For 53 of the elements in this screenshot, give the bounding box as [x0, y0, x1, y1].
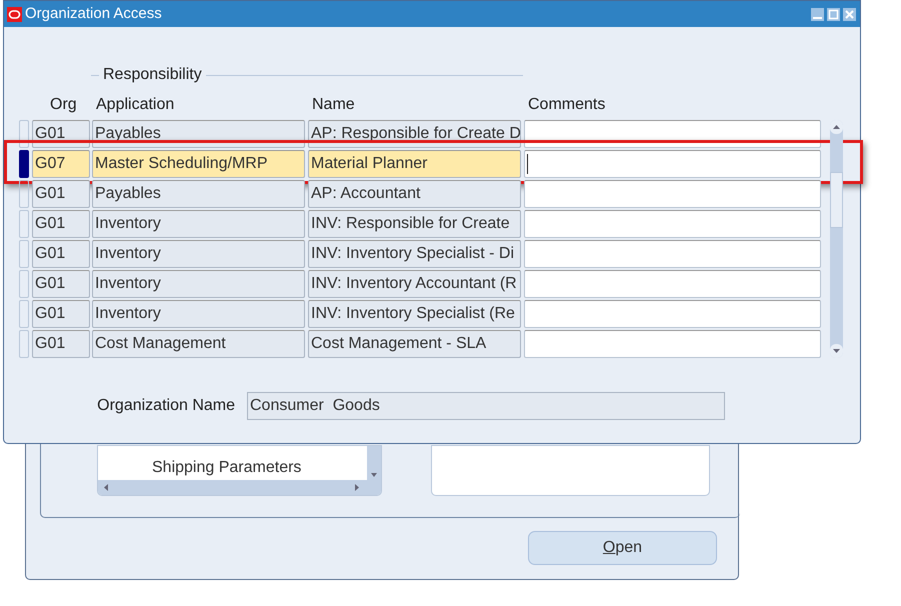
- comments-field[interactable]: [524, 240, 821, 268]
- table-cell: Inventory: [92, 210, 305, 238]
- table-cell: INV: Inventory Specialist (Re: [308, 300, 521, 328]
- section-title: Responsibility: [103, 65, 202, 85]
- table-cell: Master Scheduling/MRP: [92, 150, 305, 178]
- table-cell: Inventory: [92, 300, 305, 328]
- table-cell: INV: Responsible for Create: [308, 210, 521, 238]
- comments-field[interactable]: [524, 180, 821, 208]
- table-cell: G01: [32, 330, 90, 358]
- table-cell: Inventory: [92, 240, 305, 268]
- comments-field[interactable]: [524, 150, 821, 178]
- window-title: Organization Access: [25, 4, 163, 24]
- table-cell: G07: [32, 150, 90, 178]
- maximize-icon[interactable]: [827, 8, 840, 20]
- table-cell: G01: [32, 180, 90, 208]
- table-cell: AP: Accountant: [308, 180, 521, 208]
- scrollbar[interactable]: [98, 480, 381, 495]
- table-cell: Material Planner: [308, 150, 521, 178]
- table-cell: Cost Management: [92, 330, 305, 358]
- text-cursor: [527, 154, 528, 174]
- app-logo-icon: [7, 6, 22, 22]
- scroll-right-icon[interactable]: [355, 484, 359, 491]
- column-header: Application: [96, 95, 174, 115]
- scroll-up-icon[interactable]: [830, 120, 843, 134]
- comments-field[interactable]: [524, 300, 821, 328]
- scroll-left-icon[interactable]: [104, 484, 108, 491]
- close-icon[interactable]: [843, 8, 856, 20]
- table-cell: INV: Inventory Specialist - Di: [308, 240, 521, 268]
- table-cell: Cost Management - SLA: [308, 330, 521, 358]
- comments-field[interactable]: [524, 330, 821, 358]
- table-cell: G01: [32, 300, 90, 328]
- table-cell: Payables: [92, 180, 305, 208]
- table-cell: Inventory: [92, 270, 305, 298]
- scroll-thumb[interactable]: [830, 172, 843, 228]
- table-cell: G01: [32, 240, 90, 268]
- comments-field[interactable]: [524, 270, 821, 298]
- list-item[interactable]: Shipping Parameters: [152, 456, 302, 480]
- organization-name-field[interactable]: Consumer Goods: [247, 392, 725, 420]
- scroll-down-icon[interactable]: [830, 344, 843, 358]
- minimize-icon[interactable]: [811, 8, 824, 20]
- column-header: Org: [50, 95, 77, 115]
- comments-field[interactable]: [524, 210, 821, 238]
- column-header: Comments: [528, 95, 606, 115]
- text-area[interactable]: [431, 445, 710, 496]
- open-button[interactable]: Open: [528, 531, 717, 565]
- column-header: Name: [312, 95, 355, 115]
- scroll-down-icon[interactable]: [371, 473, 377, 477]
- scrollbar[interactable]: [367, 446, 381, 482]
- table-cell: G01: [32, 270, 90, 298]
- table-cell: INV: Inventory Accountant (R: [308, 270, 521, 298]
- table-cell: G01: [32, 210, 90, 238]
- field-label: Organization Name: [96, 396, 236, 416]
- scrollbar[interactable]: [830, 120, 843, 358]
